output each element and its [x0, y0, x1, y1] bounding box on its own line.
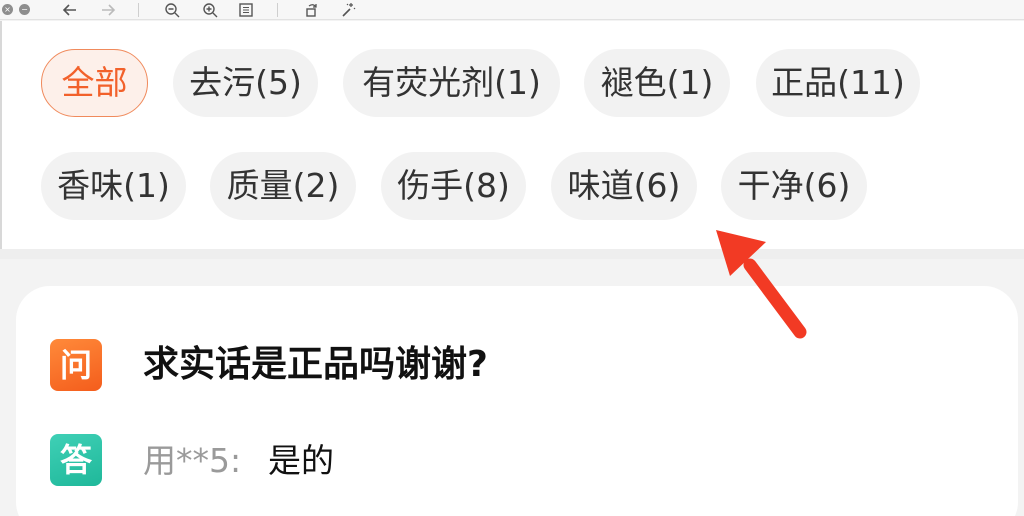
tag-chip-fragrance[interactable]: 香味(1) — [41, 152, 186, 220]
viewer-toolbar: × − — [0, 0, 1024, 20]
close-icon[interactable]: × — [2, 4, 13, 15]
tag-chip-quality[interactable]: 质量(2) — [210, 152, 356, 220]
tag-chip-stain-removal[interactable]: 去污(5) — [173, 49, 318, 117]
answer-badge: 答 — [50, 434, 102, 486]
tag-chip-fading[interactable]: 褪色(1) — [584, 49, 730, 117]
toolbar-divider — [138, 3, 139, 17]
fit-window-icon[interactable] — [236, 1, 256, 19]
section-divider — [0, 249, 1024, 259]
panel-edge — [0, 21, 2, 249]
screenshot-root: × − 全部 去污(5) 有荧光剂(1) 褪色(1) 正品(11) 香味(1) … — [0, 0, 1024, 516]
toolbar-divider — [277, 3, 278, 17]
zoom-out-icon[interactable] — [162, 1, 182, 19]
tag-chip-clean[interactable]: 干净(6) — [721, 152, 867, 220]
tag-chip-all[interactable]: 全部 — [41, 49, 148, 117]
zoom-in-icon[interactable] — [200, 1, 220, 19]
tag-chip-smell[interactable]: 味道(6) — [551, 152, 697, 220]
tag-chip-fluorescent-agent[interactable]: 有荧光剂(1) — [343, 49, 560, 117]
magic-wand-icon[interactable] — [338, 1, 358, 19]
tag-chip-genuine[interactable]: 正品(11) — [756, 49, 920, 117]
answer-text: 是的 — [268, 441, 334, 480]
question-text[interactable]: 求实话是正品吗谢谢? — [143, 339, 488, 391]
forward-arrow-icon[interactable] — [98, 1, 118, 19]
annotation-arrow — [716, 230, 807, 339]
rotate-icon[interactable] — [302, 1, 322, 19]
back-arrow-icon[interactable] — [60, 1, 80, 19]
tag-chip-hurts-hands[interactable]: 伤手(8) — [381, 152, 526, 220]
minimize-icon[interactable]: − — [19, 4, 30, 15]
answer-username: 用**5: — [143, 441, 242, 480]
question-badge: 问 — [50, 339, 102, 391]
